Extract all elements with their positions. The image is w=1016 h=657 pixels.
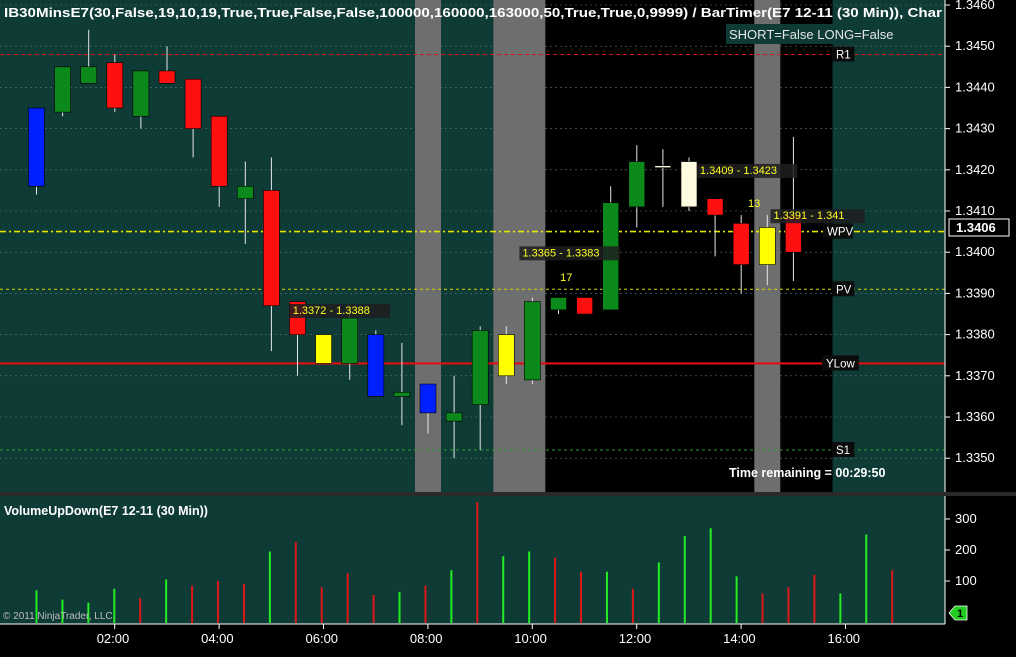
range-label: 1.3372 - 1.3388	[293, 305, 370, 317]
time-tick-label: 12:00	[619, 631, 652, 646]
candle-body	[576, 297, 593, 315]
signal-box: SHORT=False LONG=False	[729, 27, 893, 42]
session-gray-band	[493, 0, 546, 492]
panel-splitter	[0, 492, 1016, 496]
candle-body	[54, 66, 71, 113]
volume-panel-title: VolumeUpDown(E7 12-11 (30 Min))	[4, 504, 208, 518]
candle-body	[367, 334, 385, 397]
copyright: © 2011 NinjaTrader, LLC	[3, 611, 113, 622]
price-tick-label: 1.3450	[955, 38, 995, 53]
time-tick-label: 14:00	[723, 631, 756, 646]
candle-body	[758, 227, 776, 265]
time-remaining: Time remaining = 00:29:50	[729, 466, 885, 480]
range-label: 17	[560, 272, 572, 284]
range-label: 1.3391 - 1.341	[773, 210, 844, 222]
time-tick-label: 08:00	[410, 631, 443, 646]
price-tick-label: 1.3350	[955, 450, 995, 465]
candle-body	[680, 161, 698, 208]
range-label: 1.3365 - 1.3383	[522, 247, 599, 259]
candle-body	[732, 223, 750, 265]
price-tick-label: 1.3360	[955, 409, 995, 424]
candle-body	[341, 317, 359, 364]
price-tick-label: 1.3390	[955, 285, 995, 300]
volume-tick-label: 300	[955, 511, 977, 526]
candle-body	[80, 66, 97, 84]
price-tick-label: 1.3440	[955, 79, 995, 94]
price-tick-label: 1.3430	[955, 121, 995, 136]
panel-index-badge[interactable]: 1	[957, 608, 963, 620]
candle-body	[628, 161, 646, 208]
level-label-r1: R1	[836, 49, 851, 61]
candle-body	[263, 190, 280, 307]
price-tick-label: 1.3380	[955, 327, 995, 342]
time-tick-label: 16:00	[828, 631, 861, 646]
time-tick-label: 04:00	[201, 631, 234, 646]
candle-body	[706, 198, 724, 216]
time-tick-label: 02:00	[97, 631, 130, 646]
time-tick-label: 06:00	[306, 631, 339, 646]
candle-body	[184, 78, 202, 129]
range-label: 1.3409 - 1.3423	[700, 165, 777, 177]
candle-body	[524, 301, 541, 381]
level-label-wpv: WPV	[827, 227, 854, 239]
price-tick-label: 1.3460	[955, 0, 995, 12]
level-label-pv: PV	[836, 284, 852, 296]
candle-body	[315, 334, 332, 364]
candle-body	[132, 70, 150, 117]
range-label: 13	[748, 198, 760, 210]
price-tick-label: 1.3420	[955, 162, 995, 177]
candle-body	[393, 391, 411, 397]
level-label-s1: S1	[836, 445, 850, 457]
level-label-ylow: YLow	[826, 358, 855, 370]
candle-body	[158, 70, 176, 84]
candle-body	[654, 165, 672, 168]
candle-body	[471, 330, 489, 405]
volume-tick-label: 100	[955, 573, 977, 588]
chart-window: R1 WPV PV YLow S1 1.3372 - 1.3388 1.3365 - 1.…	[0, 0, 1016, 657]
candle-body	[210, 115, 228, 187]
chart-canvas: R1 WPV PV YLow S1 1.3372 - 1.3388 1.3365 - 1.…	[0, 0, 1016, 646]
candle-body	[550, 297, 567, 311]
time-tick-label: 10:00	[514, 631, 547, 646]
candle-body	[28, 107, 45, 187]
candle-body	[106, 62, 124, 109]
candle-body	[445, 412, 463, 422]
main-header: IB30MinsE7(30,False,19,10,19,True,True,F…	[4, 6, 942, 20]
candle-body	[419, 383, 437, 414]
volume-tick-label: 200	[955, 542, 977, 557]
candle-body	[497, 334, 515, 377]
price-tick-label: 1.3410	[955, 203, 995, 218]
current-price-badge: 1.3406	[956, 220, 996, 235]
price-tick-label: 1.3370	[955, 368, 995, 383]
price-tick-label: 1.3400	[955, 244, 995, 259]
candle-body	[237, 185, 254, 199]
